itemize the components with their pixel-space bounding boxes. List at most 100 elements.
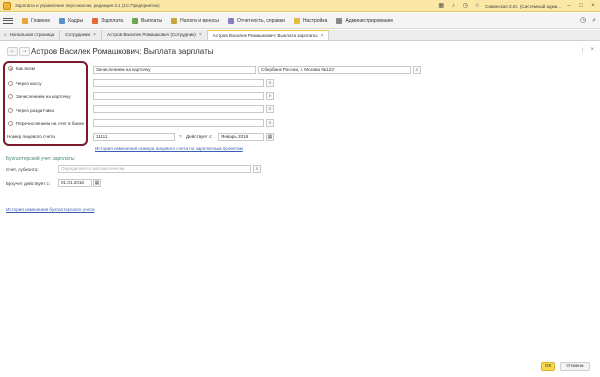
current-user[interactable]: Савинская З.Ю. (Системный адми... bbox=[485, 4, 561, 9]
search-icon[interactable]: ⌕ bbox=[592, 13, 596, 29]
radio-button[interactable] bbox=[8, 108, 13, 113]
form-controls: ⋮ × bbox=[579, 47, 594, 54]
radio-button[interactable] bbox=[8, 94, 13, 99]
section-main[interactable]: Главное bbox=[22, 17, 51, 24]
tab-employees[interactable]: Сотрудники × bbox=[60, 30, 103, 40]
account-number-field[interactable]: 11111 bbox=[93, 133, 175, 141]
tab-label: Начальная страница bbox=[9, 32, 55, 37]
accounting-history-link[interactable]: История изменения бухгалтерского учета bbox=[6, 207, 95, 212]
people-icon bbox=[59, 17, 66, 24]
close-icon[interactable]: × bbox=[589, 0, 597, 12]
help-icon[interactable]: ? bbox=[179, 134, 182, 139]
history-icon[interactable]: ◷ bbox=[580, 13, 586, 29]
section-label: Настройка bbox=[302, 17, 328, 24]
payment-method-group: Как всем Через кассу Зачислением на карт… bbox=[3, 61, 88, 146]
settings-icon bbox=[293, 17, 300, 24]
account-number-label: Номер лицевого счета bbox=[7, 134, 55, 139]
account-history-link[interactable]: История изменения номера лицевого счета … bbox=[95, 146, 243, 151]
title-bar-controls: ▦ ♪ ◷ ☆ Савинская З.Ю. (Системный адми..… bbox=[437, 0, 597, 12]
app-logo-icon bbox=[3, 1, 11, 10]
radio-cashbox[interactable]: Через кассу bbox=[8, 81, 42, 86]
sections-toolbar: ◷ ⌕ bbox=[580, 13, 596, 29]
section-label: Администрирование bbox=[345, 17, 394, 24]
open-icon[interactable]: ⌕ bbox=[266, 119, 274, 127]
home-icon: ⌂ bbox=[4, 32, 7, 37]
tab-salary-payment[interactable]: Астров Василек Ромашкович: Выплата зарпл… bbox=[207, 30, 330, 41]
section-settings[interactable]: Настройка bbox=[293, 17, 328, 24]
taxes-icon bbox=[171, 17, 178, 24]
reports-icon bbox=[228, 17, 234, 24]
bank-account-field[interactable] bbox=[93, 119, 264, 127]
maximize-icon[interactable]: □ bbox=[577, 0, 585, 12]
back-button[interactable]: ← bbox=[7, 47, 18, 56]
radio-label: Через кассу bbox=[16, 81, 42, 86]
close-icon[interactable]: × bbox=[199, 30, 202, 40]
bell-icon[interactable]: ♪ bbox=[449, 0, 457, 12]
radio-label: Зачислением на карточку bbox=[16, 94, 71, 99]
radio-bank-account[interactable]: Перечислением на счет в банке bbox=[8, 121, 84, 126]
calendar-icon[interactable]: ▦ bbox=[93, 179, 101, 187]
section-payments[interactable]: Выплаты bbox=[132, 17, 163, 24]
calendar-icon[interactable]: ▦ bbox=[437, 0, 445, 12]
sections-panel: Главное Кадры Зарплата Выплаты Налоги и … bbox=[0, 13, 600, 29]
gear-icon bbox=[336, 17, 343, 24]
section-label: Зарплата bbox=[101, 17, 124, 24]
radio-button[interactable] bbox=[8, 66, 13, 71]
open-icon[interactable]: ⌕ bbox=[253, 165, 261, 173]
section-salary[interactable]: Зарплата bbox=[92, 17, 124, 24]
effective-from-label: Действует с: bbox=[186, 134, 213, 139]
salary-icon bbox=[92, 17, 99, 24]
close-icon[interactable]: × bbox=[321, 31, 324, 41]
tab-home[interactable]: ⌂ Начальная страница bbox=[0, 30, 61, 40]
tab-label: Сотрудники bbox=[65, 32, 91, 37]
calendar-icon[interactable]: ▦ bbox=[266, 133, 274, 141]
section-taxes[interactable]: Налоги и взносы bbox=[171, 17, 219, 24]
section-admin[interactable]: Администрирование bbox=[336, 17, 394, 24]
star-icon[interactable]: ☆ bbox=[473, 0, 481, 12]
open-icon[interactable]: ⌕ bbox=[266, 105, 274, 113]
card-field[interactable] bbox=[93, 92, 264, 100]
open-icon[interactable]: ⌕ bbox=[413, 66, 421, 74]
section-label: Кадры bbox=[68, 17, 84, 24]
open-icon[interactable]: ⌕ bbox=[266, 79, 274, 87]
accounting-effective-label: Бухучет действует с: bbox=[6, 181, 51, 186]
open-icon[interactable]: ⌕ bbox=[266, 92, 274, 100]
effective-month-field[interactable]: Январь 2018 bbox=[218, 133, 264, 141]
window-title: Зарплата и управление персоналом, редакц… bbox=[15, 3, 160, 8]
radio-button[interactable] bbox=[8, 81, 13, 86]
forward-button[interactable]: → bbox=[19, 47, 30, 56]
accounting-group-title: Бухгалтерский учет зарплаты bbox=[6, 156, 75, 162]
more-icon[interactable]: ⋮ bbox=[579, 47, 585, 54]
form-header: ← → Астров Василек Ромашкович: Выплата з… bbox=[0, 42, 600, 62]
open-windows-bar: ⌂ Начальная страница Сотрудники × Астров… bbox=[0, 30, 600, 41]
account-subconto-field[interactable]: Определяется автоматически bbox=[58, 165, 251, 173]
cashbox-field[interactable] bbox=[93, 79, 264, 87]
cancel-button[interactable]: Отмена bbox=[560, 362, 590, 371]
accounting-effective-field[interactable]: 01.01.2018 bbox=[58, 179, 92, 187]
distributor-field[interactable] bbox=[93, 105, 264, 113]
main-menu-icon[interactable] bbox=[3, 16, 13, 26]
page-title: Астров Василек Ромашкович: Выплата зарпл… bbox=[31, 47, 214, 56]
section-label: Главное bbox=[31, 17, 51, 24]
section-label: Выплаты bbox=[141, 17, 163, 24]
history-icon[interactable]: ◷ bbox=[461, 0, 469, 12]
account-subconto-label: Счет, субконто: bbox=[6, 167, 39, 172]
tab-label: Астров Василек Ромашкович: Выплата зарпл… bbox=[212, 32, 318, 38]
radio-label: Перечислением на счет в банке bbox=[16, 121, 85, 126]
radio-label: Как всем bbox=[16, 66, 35, 71]
tab-employee-card[interactable]: Астров Василек Ромашкович (Сотрудник) × bbox=[102, 30, 208, 40]
ok-button[interactable]: ОК bbox=[541, 362, 555, 371]
close-icon[interactable]: × bbox=[590, 47, 594, 54]
title-bar: Зарплата и управление персоналом, редакц… bbox=[0, 0, 600, 12]
tab-label: Астров Василек Ромашкович (Сотрудник) bbox=[107, 32, 196, 37]
close-icon[interactable]: × bbox=[93, 30, 96, 40]
minimize-icon[interactable]: – bbox=[565, 0, 573, 12]
as-all-method-field[interactable]: Зачислением на карточку bbox=[93, 66, 256, 74]
section-hr[interactable]: Кадры bbox=[59, 17, 84, 24]
section-reports[interactable]: Отчетность, справки bbox=[228, 17, 285, 24]
radio-button[interactable] bbox=[8, 121, 13, 126]
as-all-bank-field[interactable]: Сбербанк России, г. Москва №123 bbox=[258, 66, 411, 74]
radio-distributor[interactable]: Через раздатчика bbox=[8, 108, 54, 113]
radio-card[interactable]: Зачислением на карточку bbox=[8, 94, 71, 99]
radio-as-all[interactable]: Как всем bbox=[8, 66, 35, 71]
